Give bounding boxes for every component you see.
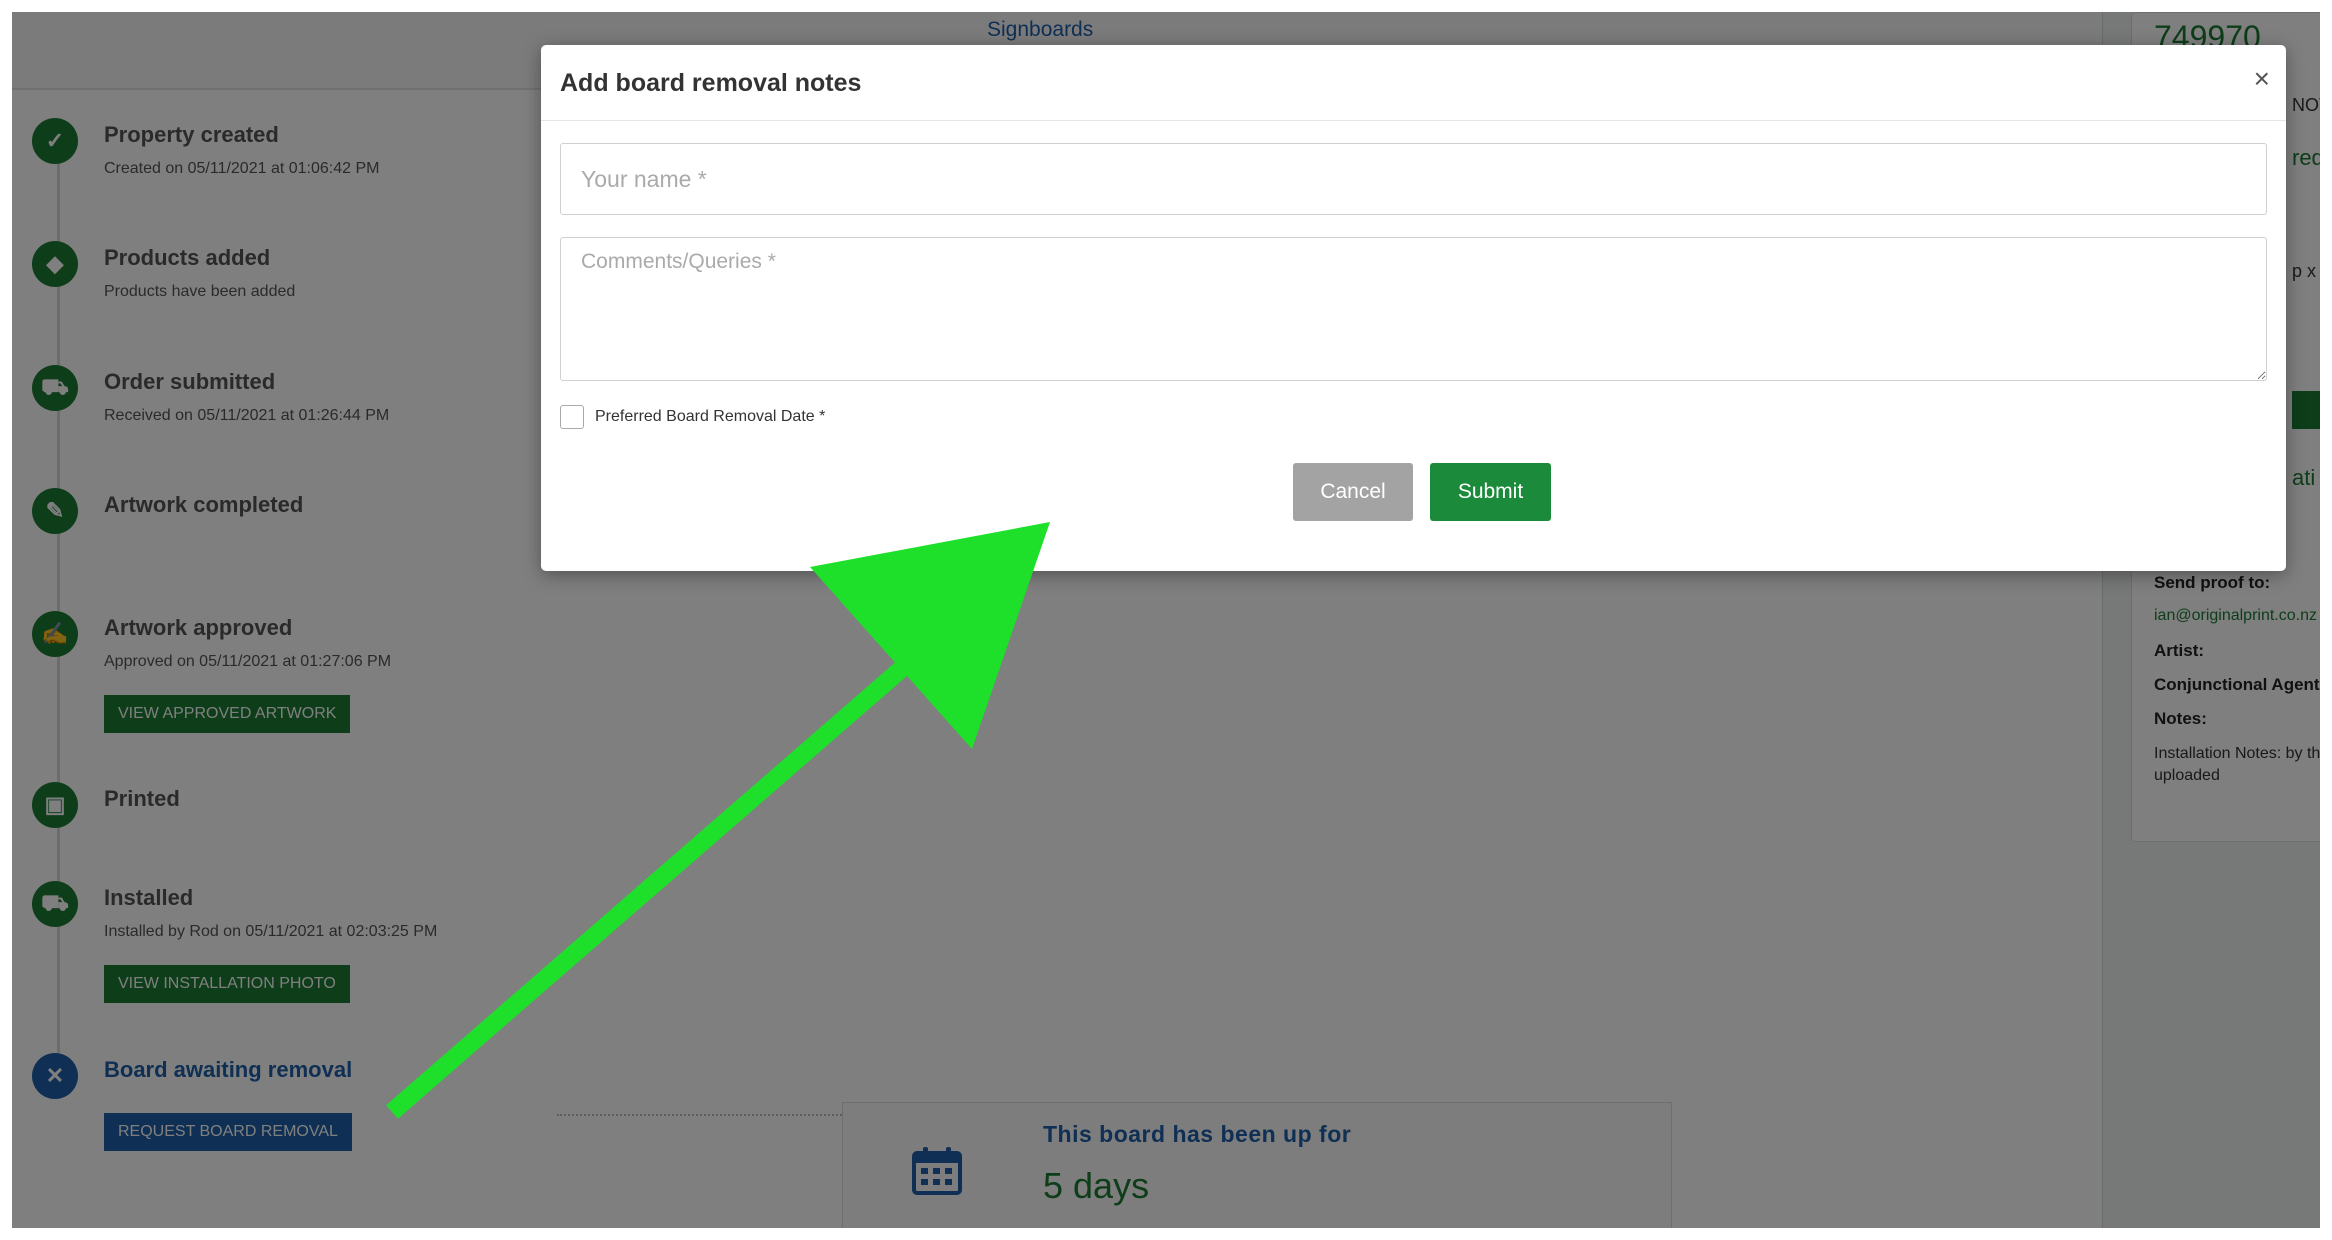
removal-date-checkbox-row[interactable]: Preferred Board Removal Date *	[560, 405, 825, 429]
removal-date-checkbox[interactable]	[560, 405, 584, 429]
board-removal-modal: Add board removal notes × Preferred Boar…	[541, 45, 2286, 571]
submit-button[interactable]: Submit	[1430, 463, 1551, 521]
name-input[interactable]	[560, 143, 2267, 215]
close-icon[interactable]: ×	[2254, 63, 2270, 95]
comments-textarea[interactable]	[560, 237, 2267, 381]
modal-header: Add board removal notes ×	[541, 45, 2286, 121]
cancel-button[interactable]: Cancel	[1293, 463, 1413, 521]
app-frame: Signboards 749970 NOT red p x ati Send p…	[12, 12, 2320, 1228]
removal-date-label: Preferred Board Removal Date *	[595, 408, 826, 425]
modal-title: Add board removal notes	[560, 69, 862, 97]
